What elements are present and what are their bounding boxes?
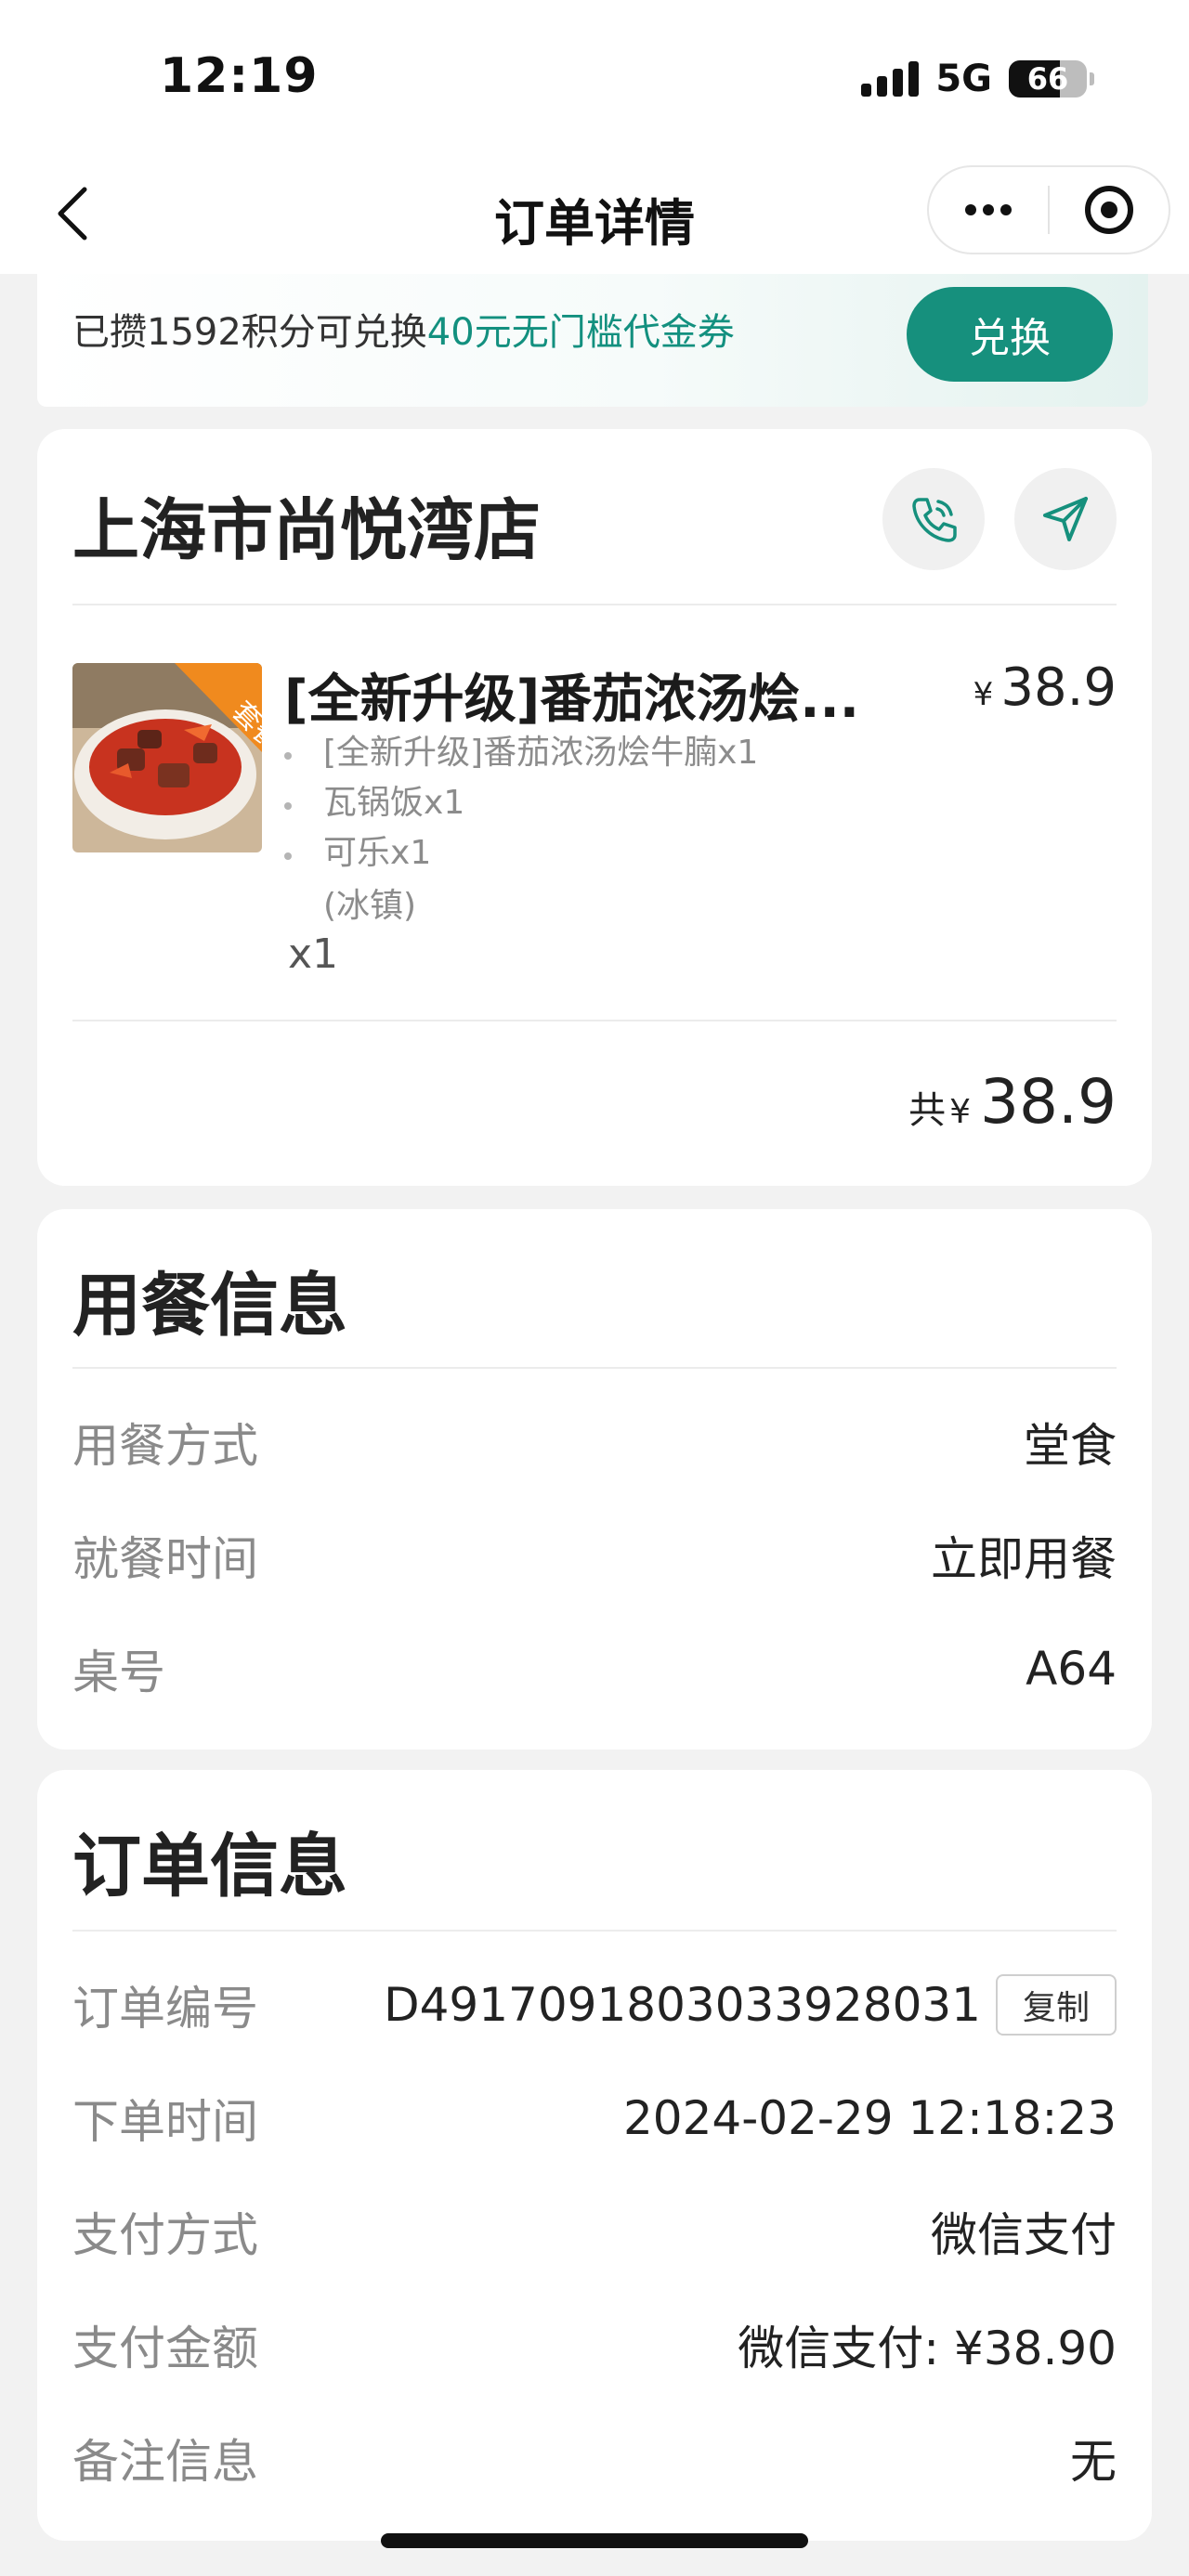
section-title: 用餐信息 [72,1266,347,1346]
item-thumbnail: 套餐 [72,663,262,852]
nav-bar: 订单详情 [0,158,1189,274]
food-image-icon: 套餐 [72,663,262,852]
info-key: 桌号 [72,1646,165,1699]
total-amount: 38.9 [980,1066,1117,1138]
info-key: 下单时间 [72,2095,258,2149]
list-item: 可乐x1 [284,828,758,878]
more-icon [965,204,1012,215]
phone-icon [912,498,957,542]
info-row: 下单时间 2024-02-29 12:18:23 [72,2086,1117,2151]
item-price: ¥38.9 [973,657,1117,718]
combo-components: [全新升级]番茄浓汤烩牛腩x1 瓦锅饭x1 可乐x1 [284,728,758,878]
status-indicators: 5G 66 [861,58,1094,100]
info-value: 2024-02-29 12:18:23 [622,2091,1117,2145]
order-info-card: 订单信息 订单编号 D4917091803033928031 复制 下单时间 2… [37,1770,1152,2541]
navigation-arrow-icon [1043,497,1088,541]
divider [72,1020,1117,1021]
divider [72,604,1117,605]
info-row: 支付方式 微信支付 [72,2199,1117,2264]
info-value: 无 [1070,2435,1117,2489]
navigate-button[interactable] [1014,468,1117,570]
more-button[interactable] [929,167,1048,253]
info-key: 支付方式 [72,2208,258,2262]
info-value: D4917091803033928031 [384,1978,981,2032]
component-qty: x1 [717,734,759,772]
points-text: 已攒1592积分可兑换40元无门槛代金券 [72,302,735,356]
info-value: 微信支付: ¥38.90 [738,2322,1117,2375]
exchange-button[interactable]: 兑换 [907,287,1113,382]
info-value: 堂食 [1024,1419,1117,1473]
points-banner: 已攒1592积分可兑换40元无门槛代金券 兑换 [37,274,1148,407]
info-row: 订单编号 D4917091803033928031 复制 [72,1972,1117,2037]
item-title: [全新升级]番茄浓汤烩... [284,670,860,730]
component-name: [全新升级]番茄浓汤烩牛腩 [323,734,718,772]
component-name: 可乐 [323,834,391,872]
status-time: 12:19 [160,48,319,104]
points-coupon: 40元无门槛代金券 [426,311,735,354]
info-key: 支付金额 [72,2322,258,2375]
info-value: A64 [1026,1642,1117,1696]
component-qty: x1 [424,784,465,822]
close-miniprogram-button[interactable] [1050,167,1169,253]
target-icon [1085,186,1133,234]
battery-level: 66 [1026,61,1069,97]
item-quantity: x1 [288,930,339,978]
info-row: 桌号 A64 [72,1636,1117,1701]
divider [72,1930,1117,1932]
points-prefix: 已攒1592积分可兑换 [72,311,427,354]
store-name: 上海市尚悦湾店 [72,491,542,569]
copy-button[interactable]: 复制 [996,1974,1117,2036]
dining-info-card: 用餐信息 用餐方式 堂食 就餐时间 立即用餐 桌号 A64 [37,1209,1152,1750]
divider [72,1367,1117,1369]
network-label: 5G [935,58,992,100]
info-row: 备注信息 无 [72,2426,1117,2491]
component-note: (冰镇) [323,887,417,925]
component-name: 瓦锅饭 [323,784,425,822]
store-card: 上海市尚悦湾店 套餐 [全新升级]番茄浓汤烩... ¥ 38.9 [全新升级]番… [37,429,1152,1186]
item-price-value: 38.9 [1000,657,1117,718]
info-value: 立即用餐 [931,1532,1117,1586]
info-key: 用餐方式 [72,1419,258,1473]
info-key: 订单编号 [72,1982,258,2036]
info-row: 用餐方式 堂食 [72,1410,1117,1475]
section-title: 订单信息 [72,1827,347,1906]
info-key: 备注信息 [72,2435,258,2489]
order-total: 共 ¥ 38.9 [908,1066,1117,1138]
battery-icon: 66 [1009,60,1094,98]
item-price-symbol: ¥ [973,676,994,713]
component-qty: x1 [390,834,432,872]
status-bar: 12:19 5G 66 [0,0,1189,158]
home-indicator[interactable] [381,2533,808,2548]
order-number: D4917091803033928031 复制 [384,1974,1117,2036]
list-item: [全新升级]番茄浓汤烩牛腩x1 [284,728,758,778]
call-button[interactable] [882,468,985,570]
total-symbol: ¥ [949,1093,972,1131]
info-row: 支付金额 微信支付: ¥38.90 [72,2312,1117,2377]
signal-icon [861,61,920,97]
info-value: 微信支付 [931,2208,1117,2262]
miniprogram-capsule [927,165,1170,254]
info-row: 就餐时间 立即用餐 [72,1523,1117,1588]
total-label: 共 [908,1089,947,1132]
info-key: 就餐时间 [72,1532,258,1586]
list-item: 瓦锅饭x1 [284,778,758,828]
